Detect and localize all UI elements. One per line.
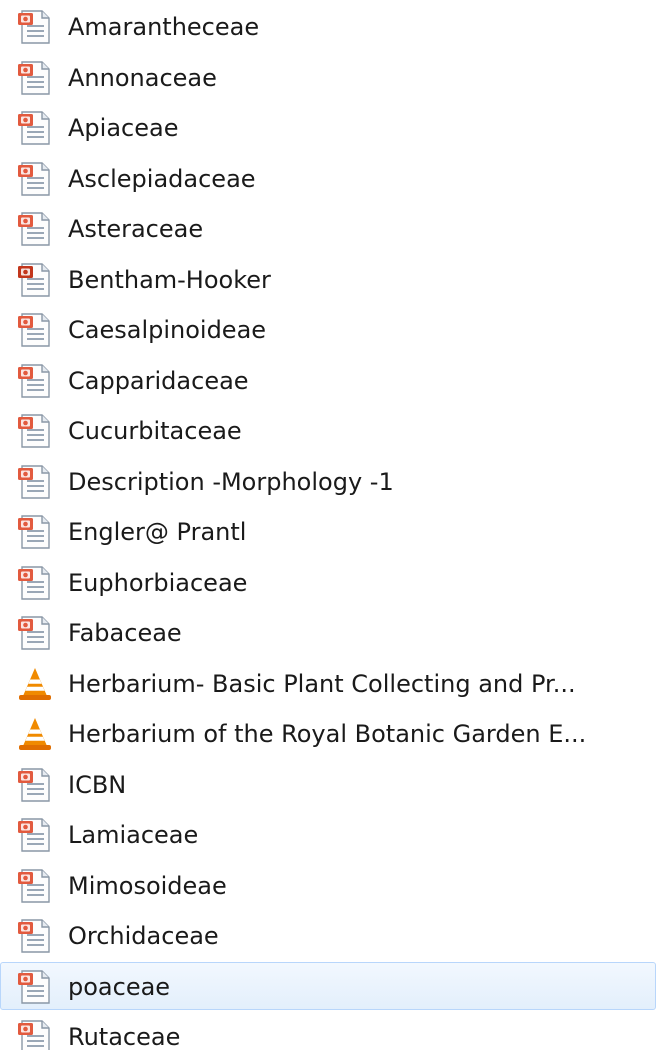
file-name: ICBN xyxy=(68,770,127,799)
powerpoint-icon xyxy=(16,1019,54,1050)
file-name: Apiaceae xyxy=(68,114,179,142)
file-item[interactable]: Capparidaceae xyxy=(0,356,656,404)
file-name: Annonaceae xyxy=(68,63,217,92)
file-name: Asteraceae xyxy=(68,215,204,243)
file-name: Fabaceae xyxy=(68,619,182,647)
file-name: Euphorbiaceae xyxy=(68,568,248,597)
file-name: Engler@ Prantl xyxy=(68,518,247,546)
file-item[interactable]: Fabaceae xyxy=(0,608,656,656)
powerpoint-icon xyxy=(16,767,54,803)
file-name: Bentham-Hooker xyxy=(68,265,271,294)
file-item[interactable]: Lamiaceae xyxy=(0,810,656,858)
powerpoint-icon xyxy=(16,363,54,399)
file-name: Description -Morphology -1 xyxy=(68,467,394,496)
file-item[interactable]: Description -Morphology -1 xyxy=(0,457,656,505)
file-item[interactable]: Mimosoideae xyxy=(0,861,656,909)
powerpoint-icon xyxy=(16,9,54,45)
file-list: Amarantheceae Annonaceae Apiaceae Asclepiad… xyxy=(0,0,658,1050)
powerpoint-icon xyxy=(16,514,54,550)
file-item[interactable]: Herbarium- Basic Plant Collecting and Pr… xyxy=(0,659,656,707)
file-name: Mimosoideae xyxy=(68,871,227,900)
file-name: Rutaceae xyxy=(68,1023,181,1050)
file-item[interactable]: Rutaceae xyxy=(0,1012,656,1050)
file-name: Capparidaceae xyxy=(68,366,249,395)
powerpoint-icon xyxy=(16,211,54,247)
file-name: Amarantheceae xyxy=(68,13,260,41)
file-item[interactable]: Orchidaceae xyxy=(0,911,656,959)
powerpoint-icon xyxy=(16,262,54,298)
file-item[interactable]: Bentham-Hooker xyxy=(0,255,656,303)
file-name: Herbarium- Basic Plant Collecting and Pr… xyxy=(68,669,576,698)
file-item[interactable]: poaceae xyxy=(0,961,656,1010)
file-item[interactable]: Euphorbiaceae xyxy=(0,558,656,606)
file-item[interactable]: Asclepiadaceae xyxy=(0,154,656,202)
powerpoint-icon xyxy=(16,615,54,651)
powerpoint-icon xyxy=(16,60,54,96)
powerpoint-icon xyxy=(16,110,54,146)
file-name: Caesalpinoideae xyxy=(68,316,267,344)
powerpoint-icon xyxy=(16,817,54,853)
file-name: Cucurbitaceae xyxy=(68,417,242,445)
file-name: Lamiaceae xyxy=(68,821,199,849)
file-item[interactable]: Cucurbitaceae xyxy=(0,406,656,454)
powerpoint-icon xyxy=(16,565,54,601)
file-item[interactable]: ICBN xyxy=(0,760,656,808)
powerpoint-icon xyxy=(16,312,54,348)
powerpoint-icon xyxy=(16,161,54,197)
file-item[interactable]: Engler@ Prantl xyxy=(0,507,656,555)
vlc-media-icon xyxy=(16,716,54,752)
file-item[interactable]: Amarantheceae xyxy=(0,2,656,50)
powerpoint-icon xyxy=(16,868,54,904)
file-item[interactable]: Apiaceae xyxy=(0,103,656,151)
file-item[interactable]: Annonaceae xyxy=(0,53,656,101)
file-name: Herbarium of the Royal Botanic Garden E.… xyxy=(68,720,587,748)
file-item[interactable]: Asteraceae xyxy=(0,204,656,252)
file-item[interactable]: Caesalpinoideae xyxy=(0,305,656,353)
file-name: Orchidaceae xyxy=(68,922,219,950)
file-name: poaceae xyxy=(68,972,171,1001)
powerpoint-icon xyxy=(16,969,54,1005)
powerpoint-icon xyxy=(16,918,54,954)
vlc-media-icon xyxy=(16,666,54,702)
powerpoint-icon xyxy=(16,413,54,449)
file-name: Asclepiadaceae xyxy=(68,164,256,193)
powerpoint-icon xyxy=(16,464,54,500)
file-item[interactable]: Herbarium of the Royal Botanic Garden E.… xyxy=(0,709,656,757)
